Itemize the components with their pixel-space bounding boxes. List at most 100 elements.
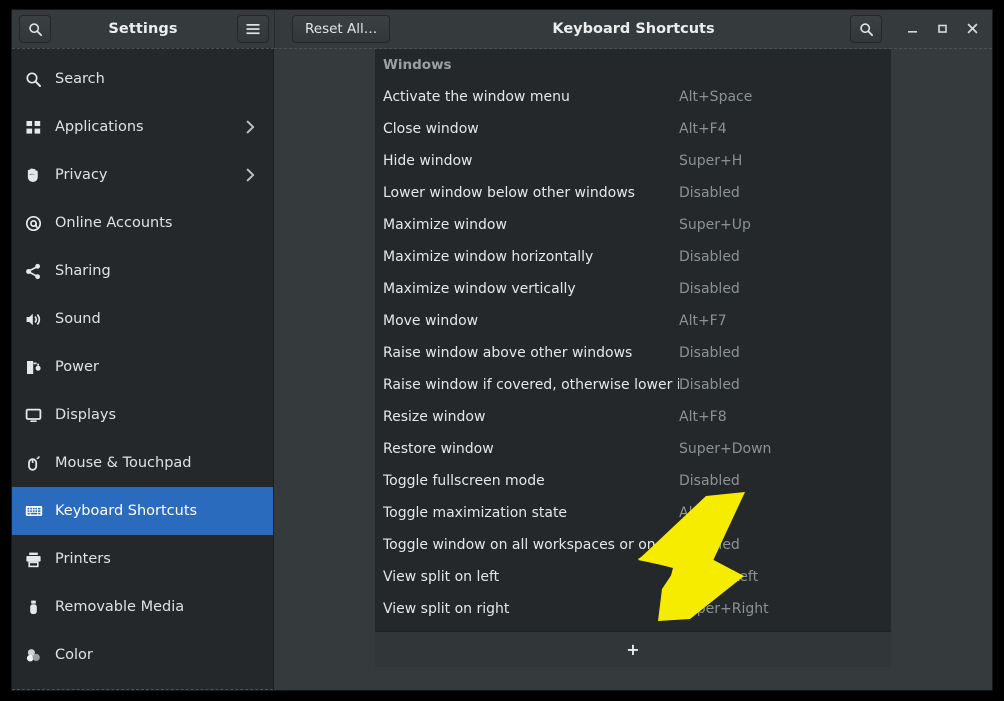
shortcut-accelerator: Disabled <box>679 249 740 265</box>
sidebar-item-keyboard-shortcuts[interactable]: Keyboard Shortcuts <box>12 487 273 535</box>
sidebar-item-label: Online Accounts <box>55 215 273 231</box>
power-plug-icon <box>25 359 55 376</box>
shortcut-accelerator: Disabled <box>679 537 740 553</box>
shortcuts-search-button[interactable] <box>850 15 882 43</box>
sidebar-item-privacy[interactable]: Privacy <box>12 151 273 199</box>
sidebar-search-button[interactable] <box>19 15 51 43</box>
maximize-icon <box>936 20 949 39</box>
minimize-icon <box>906 20 919 39</box>
sidebar-item-color[interactable]: Color <box>12 631 273 679</box>
add-shortcut-button[interactable]: + <box>375 631 891 667</box>
shortcut-row[interactable]: Maximize windowSuper+Up <box>375 209 891 241</box>
header-bar: Settings <box>12 10 992 49</box>
sidebar: Search Applications Privacy Online Accounts… <box>12 48 274 690</box>
applications-icon <box>25 119 55 136</box>
shortcut-name: Activate the window menu <box>383 89 679 105</box>
sidebar-item-printers[interactable]: Printers <box>12 535 273 583</box>
shortcut-name: Restore window <box>383 441 679 457</box>
sidebar-item-power[interactable]: Power <box>12 343 273 391</box>
shortcut-row[interactable]: Move windowAlt+F7 <box>375 305 891 337</box>
shortcut-accelerator: Super+H <box>679 153 742 169</box>
sidebar-item-label: Sound <box>55 311 273 327</box>
sidebar-item-applications[interactable]: Applications <box>12 103 273 151</box>
shortcut-name: View split on left <box>383 569 679 585</box>
shortcut-name: Toggle maximization state <box>383 505 679 521</box>
sidebar-item-sound[interactable]: Sound <box>12 295 273 343</box>
sidebar-item-mouse-touchpad[interactable]: Mouse & Touchpad <box>12 439 273 487</box>
hamburger-menu-icon <box>246 23 260 35</box>
sidebar-item-search[interactable]: Search <box>12 55 273 103</box>
sidebar-item-displays[interactable]: Displays <box>12 391 273 439</box>
shortcut-row[interactable]: Hide windowSuper+H <box>375 145 891 177</box>
shortcut-row[interactable]: Activate the window menuAlt+Space <box>375 81 891 113</box>
shortcut-name: Raise window above other windows <box>383 345 679 361</box>
monitor-icon <box>25 407 55 424</box>
search-icon <box>859 22 874 37</box>
sidebar-list: Search Applications Privacy Online Accounts… <box>12 49 273 679</box>
shortcut-row[interactable]: Toggle maximization stateAlt+F5 <box>375 497 891 529</box>
screen: Settings <box>0 0 1004 701</box>
share-nodes-icon <box>25 263 55 280</box>
sidebar-item-sharing[interactable]: Sharing <box>12 247 273 295</box>
shortcut-accelerator: Disabled <box>679 185 740 201</box>
shortcut-row[interactable]: View split on leftSuper+Left <box>375 561 891 593</box>
close-icon <box>966 20 979 39</box>
keyboard-icon <box>25 502 55 520</box>
settings-window: Settings <box>12 10 992 690</box>
chevron-right-icon <box>246 120 255 134</box>
shortcut-row[interactable]: Restore windowSuper+Down <box>375 433 891 465</box>
sidebar-item-online-accounts[interactable]: Online Accounts <box>12 199 273 247</box>
search-icon <box>28 22 43 37</box>
main-menu-button[interactable] <box>237 15 269 43</box>
shortcut-accelerator: Super+Up <box>679 217 751 233</box>
shortcut-row[interactable]: Maximize window verticallyDisabled <box>375 273 891 305</box>
shortcut-row[interactable]: Lower window below other windowsDisabled <box>375 177 891 209</box>
sidebar-item-label: Printers <box>55 551 273 567</box>
shortcut-row[interactable]: View split on rightSuper+Right <box>375 593 891 625</box>
shortcut-name: Toggle fullscreen mode <box>383 473 679 489</box>
shortcut-accelerator: Alt+F4 <box>679 121 727 137</box>
shortcuts-panel: Windows Activate the window menuAlt+Spac… <box>375 49 891 667</box>
shortcut-accelerator: Alt+F7 <box>679 313 727 329</box>
sidebar-item-label: Removable Media <box>55 599 273 615</box>
sidebar-item-removable-media[interactable]: Removable Media <box>12 583 273 631</box>
sidebar-item-label: Keyboard Shortcuts <box>55 503 273 519</box>
shortcut-row[interactable]: Raise window if covered, otherwise lower… <box>375 369 891 401</box>
privacy-hand-icon <box>25 167 55 184</box>
at-sign-icon <box>25 215 55 232</box>
shortcut-accelerator: Super+Down <box>679 441 771 457</box>
sidebar-item-label: Color <box>55 647 273 663</box>
reset-all-button[interactable]: Reset All… <box>292 15 390 43</box>
shortcut-accelerator: Disabled <box>679 473 740 489</box>
sidebar-title: Settings <box>12 10 274 48</box>
shortcut-row[interactable]: Resize windowAlt+F8 <box>375 401 891 433</box>
shortcut-name: Maximize window vertically <box>383 281 679 297</box>
shortcut-accelerator: Super+Left <box>679 569 758 585</box>
shortcut-accelerator: Alt+F8 <box>679 409 727 425</box>
sidebar-item-label: Displays <box>55 407 273 423</box>
color-circles-icon <box>25 647 55 664</box>
shortcut-row[interactable]: Toggle window on all workspaces or oneDi… <box>375 529 891 561</box>
shortcut-row[interactable]: Close windowAlt+F4 <box>375 113 891 145</box>
shortcut-accelerator: Super+Right <box>679 601 769 617</box>
sidebar-item-label: Search <box>55 71 273 87</box>
sidebar-item-label: Applications <box>55 119 246 135</box>
shortcut-row[interactable]: Toggle fullscreen modeDisabled <box>375 465 891 497</box>
sidebar-header: Settings <box>12 10 275 48</box>
minimize-button[interactable] <box>898 14 926 44</box>
shortcut-accelerator: Disabled <box>679 345 740 361</box>
shortcut-row[interactable]: Raise window above other windowsDisabled <box>375 337 891 369</box>
shortcut-row[interactable]: Maximize window horizontallyDisabled <box>375 241 891 273</box>
sidebar-item-label: Mouse & Touchpad <box>55 455 273 471</box>
shortcut-name: Lower window below other windows <box>383 185 679 201</box>
sidebar-bottom-divider <box>12 689 273 690</box>
maximize-button[interactable] <box>928 14 956 44</box>
search-icon <box>25 71 55 88</box>
content-area: Windows Activate the window menuAlt+Spac… <box>274 48 992 690</box>
close-button[interactable] <box>958 14 986 44</box>
shortcut-name: View split on right <box>383 601 679 617</box>
printer-icon <box>25 551 55 568</box>
window-controls <box>850 10 986 48</box>
shortcut-name: Maximize window horizontally <box>383 249 679 265</box>
shortcut-name: Toggle window on all workspaces or one <box>383 537 679 553</box>
